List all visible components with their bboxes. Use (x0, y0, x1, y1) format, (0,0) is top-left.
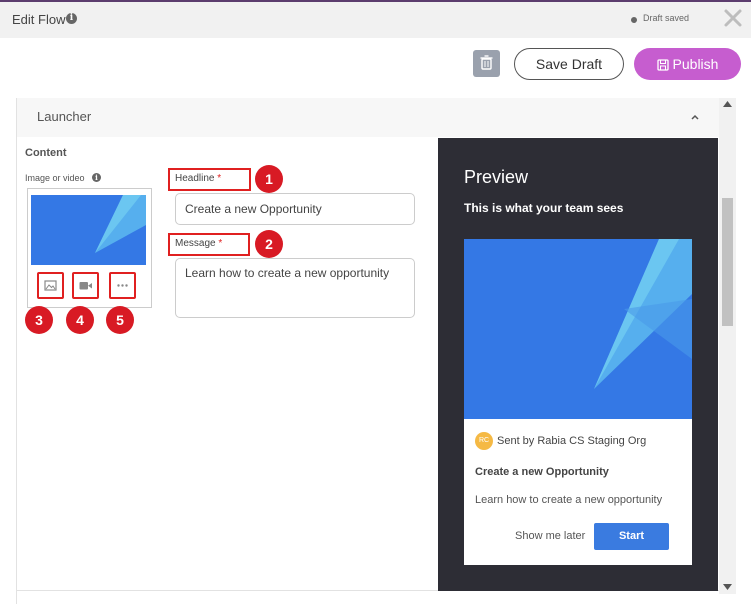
video-icon (79, 282, 92, 290)
media-label: Image or video (25, 173, 85, 183)
info-icon[interactable]: i (66, 13, 77, 24)
preview-card-image (464, 239, 692, 419)
image-upload-button[interactable] (37, 272, 64, 299)
headline-input[interactable] (175, 193, 415, 225)
required-mark: * (217, 173, 222, 184)
headline-label-text: Headline (175, 173, 215, 184)
preview-subtitle: This is what your team sees (464, 201, 624, 215)
message-label: Message * (168, 233, 250, 256)
annotation-badge-4: 4 (66, 306, 94, 334)
save-draft-button[interactable]: Save Draft (514, 48, 624, 80)
annotation-badge-5: 5 (106, 306, 134, 334)
start-button[interactable]: Start (594, 523, 669, 550)
message-textarea[interactable]: Learn how to create a new opportunity (175, 258, 415, 318)
annotation-badge-1: 1 (255, 165, 283, 193)
launcher-section-header[interactable]: Launcher (17, 98, 719, 137)
message-label-text: Message (175, 238, 216, 249)
annotation-badge-2: 2 (255, 230, 283, 258)
publish-label: Publish (672, 56, 719, 72)
media-thumbnail[interactable] (31, 195, 146, 265)
more-options-button[interactable] (109, 272, 136, 299)
video-upload-button[interactable] (72, 272, 99, 299)
dialog-title: Edit Flow (12, 12, 66, 27)
preview-message: Learn how to create a new opportunity (475, 494, 663, 506)
close-icon[interactable] (722, 7, 744, 29)
dialog-header: Edit Flow i Draft saved (0, 2, 751, 38)
more-icon (117, 284, 128, 287)
content-heading: Content (25, 147, 67, 159)
scrollbar-thumb[interactable] (722, 198, 733, 326)
media-info-icon[interactable]: i (92, 173, 101, 182)
publish-button[interactable]: Publish (634, 48, 741, 80)
chevron-up-icon[interactable] (689, 111, 701, 123)
section-title: Launcher (37, 109, 92, 124)
trash-icon (480, 55, 493, 70)
delete-button[interactable] (473, 50, 500, 77)
status-dot-icon (631, 17, 637, 23)
save-icon (656, 59, 669, 71)
annotation-badge-3: 3 (25, 306, 53, 334)
scrollbar-track[interactable] (719, 98, 736, 594)
scroll-up-icon[interactable] (723, 101, 732, 107)
headline-label: Headline * (168, 168, 251, 191)
show-me-later-link[interactable]: Show me later (515, 530, 585, 542)
image-icon (44, 280, 57, 291)
draft-status: Draft saved (643, 13, 690, 23)
required-mark: * (218, 238, 223, 249)
scroll-down-icon[interactable] (723, 584, 732, 590)
edit-flow-dialog: Edit Flow i Draft saved Save Draft Publi… (0, 0, 751, 604)
preview-headline: Create a new Opportunity (475, 466, 609, 478)
sender-text: Sent by Rabia CS Staging Org (497, 435, 647, 447)
preview-title: Preview (464, 167, 529, 187)
avatar: RC (475, 432, 493, 450)
